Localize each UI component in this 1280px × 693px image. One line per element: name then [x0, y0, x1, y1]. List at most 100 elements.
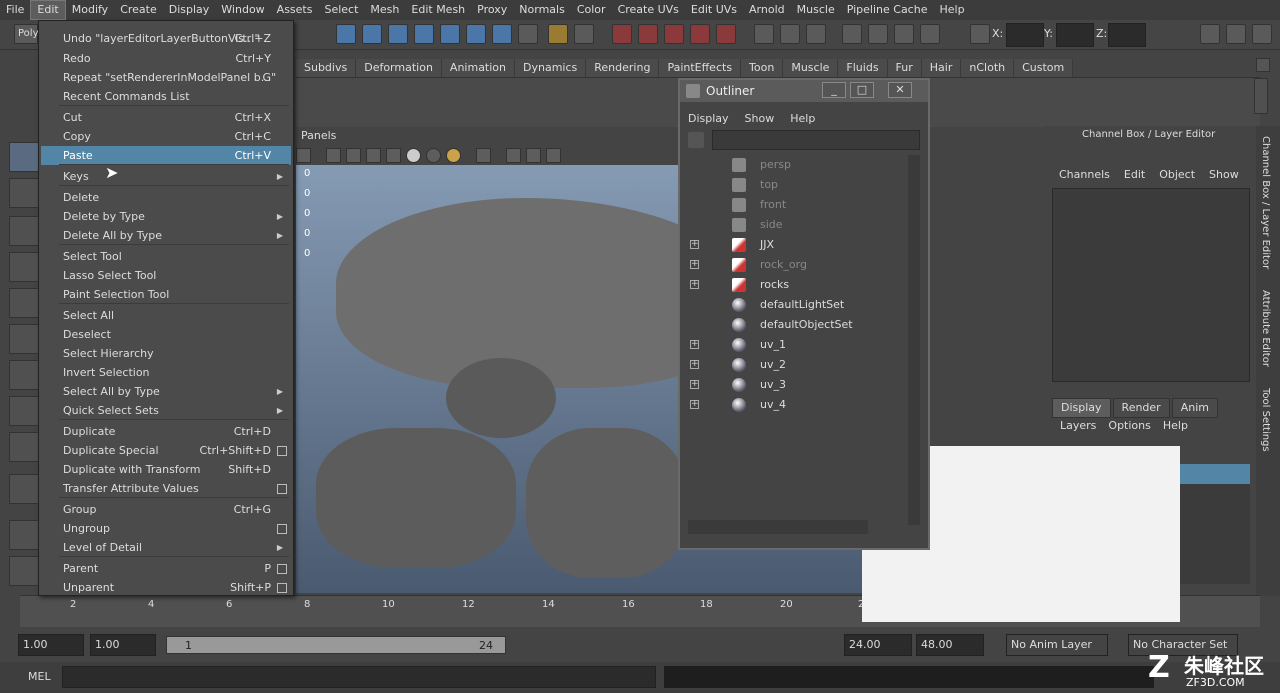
menu-item-select-hierarchy[interactable]: Select Hierarchy: [41, 344, 291, 363]
menu-item-copy[interactable]: Copy Ctrl+C: [41, 127, 291, 146]
expand-icon[interactable]: +: [690, 340, 699, 349]
anim-layer-dropdown[interactable]: No Anim Layer: [1006, 634, 1108, 656]
menu-item-select-tool[interactable]: Select Tool: [41, 247, 291, 266]
layer-tab-render[interactable]: Render: [1112, 398, 1170, 418]
magnet-point-icon[interactable]: [664, 24, 684, 44]
outliner-hscrollbar[interactable]: [688, 520, 868, 534]
tab-attribute-editor[interactable]: Attribute Editor: [1260, 290, 1271, 367]
layer-menu-options[interactable]: Options: [1102, 419, 1156, 432]
outliner-item[interactable]: defaultLightSet: [688, 295, 908, 315]
menu-item-keys[interactable]: Keys ▶: [41, 167, 291, 186]
outliner-item[interactable]: persp: [688, 155, 908, 175]
current-time-field[interactable]: 1.00: [90, 634, 156, 656]
menu-item-level-of-detail[interactable]: Level of Detail ▶: [41, 538, 291, 557]
shelf-tab-muscle[interactable]: Muscle: [783, 59, 839, 77]
menu-set-dropdown[interactable]: Poly: [14, 24, 39, 44]
menu-item-duplicate-with-transform[interactable]: Duplicate with Transform Shift+D: [41, 460, 291, 479]
outliner-item[interactable]: defaultObjectSet: [688, 315, 908, 335]
wireframe-icon[interactable]: [326, 148, 341, 163]
menu-window[interactable]: Window: [215, 0, 270, 20]
outliner-item[interactable]: + uv_1: [688, 335, 908, 355]
shelf-tab-dynamics[interactable]: Dynamics: [515, 59, 587, 77]
tab-channel-box[interactable]: Channel Box / Layer Editor: [1260, 136, 1271, 269]
lock-icon[interactable]: [548, 24, 568, 44]
expand-icon[interactable]: +: [690, 260, 699, 269]
expand-icon[interactable]: +: [690, 360, 699, 369]
outliner-item[interactable]: + uv_4: [688, 395, 908, 415]
magnet-live-icon[interactable]: [716, 24, 736, 44]
menu-display[interactable]: Display: [163, 0, 216, 20]
option-box-icon[interactable]: [277, 583, 287, 593]
expand-icon[interactable]: +: [690, 240, 699, 249]
menu-item-cut[interactable]: Cut Ctrl+X: [41, 108, 291, 127]
menu-proxy[interactable]: Proxy: [471, 0, 513, 20]
minimize-button[interactable]: _: [822, 82, 846, 98]
shelf-tab-custom[interactable]: Custom: [1014, 59, 1074, 77]
menu-item-group[interactable]: Group Ctrl+G: [41, 500, 291, 519]
snap-curve-icon[interactable]: [362, 24, 382, 44]
start-time-field[interactable]: 1.00: [18, 634, 84, 656]
menu-item-redo[interactable]: Redo Ctrl+Y: [41, 49, 291, 68]
lasso-tool-icon[interactable]: [9, 178, 39, 208]
shelf-scroll-arrows[interactable]: [1254, 78, 1268, 114]
command-input[interactable]: [62, 666, 656, 688]
shadows-icon[interactable]: [426, 148, 441, 163]
menu-item-recent-commands[interactable]: Recent Commands List: [41, 87, 291, 106]
max-time-field[interactable]: 48.00: [916, 634, 984, 656]
menu-item-delete-by-type[interactable]: Delete by Type ▶: [41, 207, 291, 226]
layer-menu-help[interactable]: Help: [1157, 419, 1194, 432]
layer-menu-layers[interactable]: Layers: [1054, 419, 1102, 432]
search-filter-icon[interactable]: [688, 132, 704, 148]
magnet-curve-icon[interactable]: [638, 24, 658, 44]
end-time-field[interactable]: 24.00: [844, 634, 912, 656]
snap-point-icon[interactable]: [388, 24, 408, 44]
shelf-tab-fur[interactable]: Fur: [887, 59, 922, 77]
outliner-item[interactable]: top: [688, 175, 908, 195]
ipr-render-icon[interactable]: [868, 24, 888, 44]
panels-menu[interactable]: Panels: [301, 129, 336, 142]
show-channel-box-icon[interactable]: [1252, 24, 1272, 44]
menu-file[interactable]: File: [0, 0, 30, 20]
menu-item-repeat[interactable]: Repeat "setRendererInModelPanel b..." G: [41, 68, 291, 87]
channel-box-icons[interactable]: [1194, 148, 1254, 164]
menu-item-invert-selection[interactable]: Invert Selection: [41, 363, 291, 382]
outliner-item[interactable]: + JJX: [688, 235, 908, 255]
close-button[interactable]: ✕: [888, 82, 912, 98]
layer-tab-display[interactable]: Display: [1052, 398, 1111, 418]
shelf-tab-toon[interactable]: Toon: [741, 59, 784, 77]
last-tool-icon[interactable]: [9, 474, 39, 504]
textured-icon[interactable]: [386, 148, 401, 163]
snap-view-icon[interactable]: [414, 24, 434, 44]
menu-item-duplicate[interactable]: Duplicate Ctrl+D: [41, 422, 291, 441]
z-field[interactable]: [1108, 23, 1146, 47]
outliner-search-field[interactable]: [712, 130, 920, 150]
channel-box-menu-object[interactable]: Object: [1152, 168, 1202, 181]
menu-muscle[interactable]: Muscle: [791, 0, 841, 20]
shelf-tab-subdivs[interactable]: Subdivs: [296, 59, 357, 77]
menu-select[interactable]: Select: [318, 0, 364, 20]
isolate-icon[interactable]: [476, 148, 491, 163]
menu-item-deselect[interactable]: Deselect: [41, 325, 291, 344]
mel-label[interactable]: MEL: [28, 670, 51, 683]
menu-item-quick-select-sets[interactable]: Quick Select Sets ▶: [41, 401, 291, 420]
outliner-menu-help[interactable]: Help: [782, 110, 823, 128]
menu-normals[interactable]: Normals: [513, 0, 571, 20]
outliner-item[interactable]: front: [688, 195, 908, 215]
menu-pipeline-cache[interactable]: Pipeline Cache: [841, 0, 934, 20]
menu-create-uvs[interactable]: Create UVs: [612, 0, 685, 20]
outliner-item[interactable]: + rocks: [688, 275, 908, 295]
layout-outliner-icon[interactable]: [9, 556, 39, 586]
trash-icon[interactable]: [1256, 58, 1270, 72]
menu-edit-mesh[interactable]: Edit Mesh: [405, 0, 471, 20]
menu-color[interactable]: Color: [571, 0, 612, 20]
layout-single-icon[interactable]: [9, 520, 39, 550]
paint-tool-icon[interactable]: [9, 216, 39, 246]
shelf-tab-hair[interactable]: Hair: [921, 59, 962, 77]
menu-item-undo[interactable]: Undo "layerEditorLayerButtonVis..." Ctrl+…: [41, 29, 291, 48]
shelf-tab-animation[interactable]: Animation: [441, 59, 516, 77]
menu-item-duplicate-special[interactable]: Duplicate Special Ctrl+Shift+D: [41, 441, 291, 460]
option-box-icon[interactable]: [277, 484, 287, 494]
option-box-icon[interactable]: [277, 564, 287, 574]
smooth-shade-icon[interactable]: [346, 148, 361, 163]
outliner-item[interactable]: side: [688, 215, 908, 235]
